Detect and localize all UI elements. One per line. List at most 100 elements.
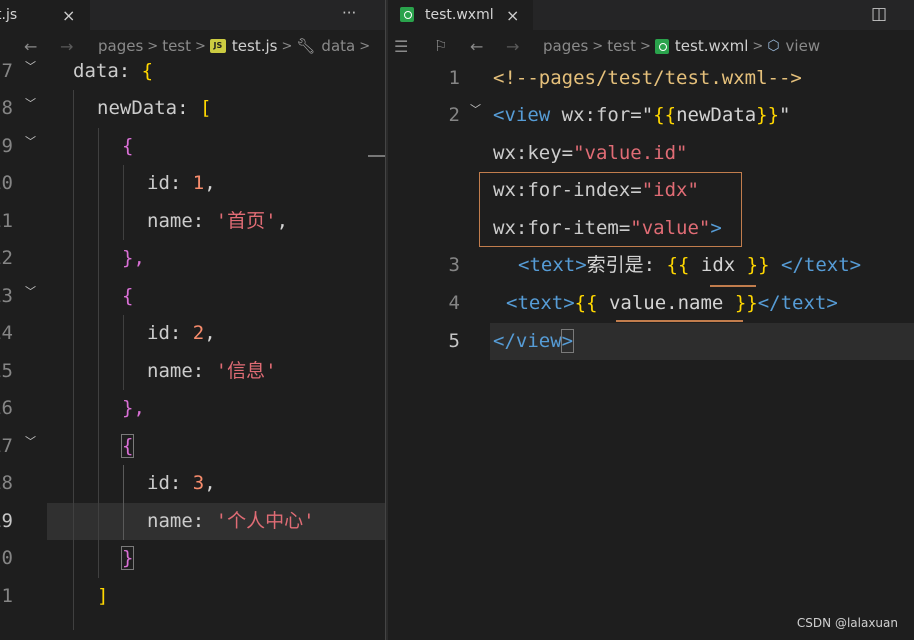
fold-chevron-icon[interactable]: ﹀	[25, 436, 37, 448]
code-line: {	[120, 428, 135, 465]
left-breadcrumb: ← → pages > test > JS test.js > 🔧︎ data …	[0, 31, 385, 61]
watermark: CSDN @lalaxuan	[796, 616, 898, 630]
wrench-icon: 🔧︎	[296, 37, 316, 55]
line-number: 16	[0, 397, 13, 419]
line-number: 17	[0, 435, 13, 457]
token: :	[192, 210, 205, 232]
fold-chevron-icon[interactable]: ﹀	[25, 136, 37, 148]
breadcrumb-file[interactable]: test.wxml	[675, 37, 749, 55]
js-file-icon: JS	[209, 39, 226, 53]
cube-icon: ⬡	[767, 38, 780, 54]
token: "value"	[630, 217, 711, 239]
token: >	[560, 329, 575, 353]
code-line: </view>	[493, 323, 575, 360]
token: ,	[204, 472, 216, 494]
token: value.name	[608, 292, 724, 314]
tab-label: t.js	[0, 7, 18, 23]
breadcrumb-symbol[interactable]: data	[321, 37, 355, 55]
token: {{	[574, 292, 598, 314]
code-line: wx:for-item="value">	[493, 210, 722, 247]
wxml-file-icon	[654, 38, 669, 54]
breadcrumb-separator: >	[592, 38, 604, 54]
wxml-file-icon	[400, 7, 414, 22]
token: :	[192, 510, 205, 532]
line-number: 2	[448, 104, 460, 126]
line-number: 18	[0, 472, 13, 494]
breadcrumb-separator: >	[752, 38, 764, 54]
code-line: wx:key="value.id"	[493, 135, 687, 172]
token: view	[515, 330, 562, 352]
token: :	[169, 472, 182, 494]
breadcrumb-separator: >	[281, 38, 293, 54]
token: <view	[493, 104, 551, 126]
token: {	[120, 434, 135, 458]
line-number-current: 19	[0, 510, 13, 532]
token: name	[147, 360, 193, 382]
close-icon[interactable]: ×	[506, 6, 519, 25]
bookmark-icon[interactable]: ⚐	[434, 37, 447, 55]
split-editor-icon[interactable]: ◫	[871, 4, 887, 24]
token: ,	[204, 172, 216, 194]
line-number: 21	[0, 585, 13, 607]
token: <text>	[506, 292, 575, 314]
breadcrumb-symbol[interactable]: view	[786, 37, 821, 55]
code-line: },	[122, 390, 145, 427]
forward-arrow-icon[interactable]: →	[60, 37, 73, 56]
tab-label: test.wxml	[425, 7, 494, 23]
tab-test-js[interactable]: t.js ×	[0, 0, 90, 30]
list-icon[interactable]: ☰	[394, 37, 408, 56]
line-number: 20	[0, 547, 13, 569]
token: :	[192, 360, 205, 382]
token: '个人中心'	[215, 510, 315, 532]
token: ,	[276, 210, 289, 232]
right-breadcrumb: ☰ ⚐ ← → pages > test > test.wxml > ⬡ vie…	[388, 31, 914, 61]
more-actions-icon[interactable]: ···	[342, 4, 356, 22]
left-tabbar: t.js × ···	[0, 0, 385, 30]
breadcrumb-pages[interactable]: pages	[543, 37, 588, 55]
token: name	[147, 210, 193, 232]
token: </text>	[757, 292, 838, 314]
token: "	[641, 104, 654, 126]
tab-test-wxml[interactable]: test.wxml ×	[388, 0, 533, 30]
token: >	[710, 217, 722, 239]
token: <!--pages/test/test.wxml-->	[493, 67, 802, 89]
breadcrumb-test[interactable]: test	[607, 37, 636, 55]
code-line: wx:for-index="idx"	[493, 172, 699, 209]
token: wx:for-index=	[493, 179, 642, 201]
token: "	[779, 104, 791, 126]
indent-guide	[123, 465, 124, 540]
line-number: 11	[0, 210, 13, 232]
token: wx:for=	[561, 104, 642, 126]
scrollbar-marker[interactable]	[368, 155, 385, 157]
line-number: 4	[448, 292, 460, 314]
code-line: name: '首页',	[147, 203, 288, 240]
token: }	[120, 546, 135, 570]
code-line: <text>{{ value.name }}</text>	[506, 285, 838, 322]
breadcrumb-test[interactable]: test	[162, 37, 191, 55]
token: '首页'	[215, 210, 277, 232]
breadcrumb-file[interactable]: test.js	[232, 37, 278, 55]
forward-arrow-icon[interactable]: →	[506, 37, 519, 56]
token: }}	[746, 254, 770, 276]
close-icon[interactable]: ×	[62, 6, 75, 25]
back-arrow-icon[interactable]: ←	[24, 37, 37, 56]
token: }}	[734, 292, 758, 314]
line-number-current: 5	[448, 330, 460, 352]
code-line: }	[120, 540, 135, 577]
token: 索引是:	[586, 254, 656, 276]
token: {{	[666, 254, 690, 276]
token: id	[147, 172, 170, 194]
token: 1	[192, 172, 205, 194]
token: newData	[676, 104, 757, 126]
breadcrumb-separator: >	[195, 38, 206, 54]
fold-chevron-icon[interactable]: ﹀	[470, 104, 482, 116]
line-number: 1	[448, 67, 460, 89]
code-line: name: '个人中心'	[147, 503, 315, 540]
code-line: <view wx:for="{{newData}}"	[493, 97, 791, 134]
token: },	[122, 397, 145, 419]
token: }}	[756, 104, 780, 126]
token: name	[147, 510, 193, 532]
token: </text>	[781, 254, 862, 276]
token: idx	[700, 254, 736, 276]
back-arrow-icon[interactable]: ←	[470, 37, 483, 56]
